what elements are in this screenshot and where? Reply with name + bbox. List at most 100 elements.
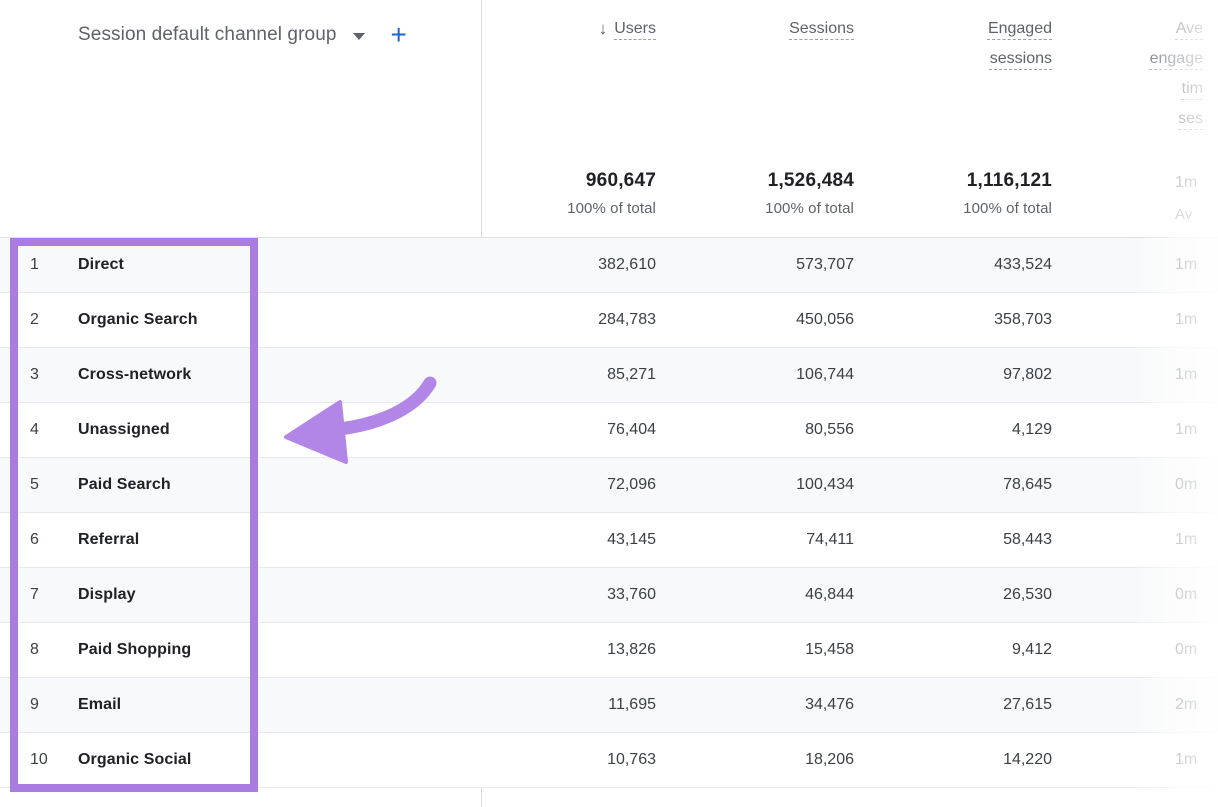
totals-engaged-sessions: 1,116,121 100% of total [877,150,1075,237]
table-row: 6 Referral 43,145 74,411 58,443 1m [0,513,1218,568]
avg-engagement-value: 1m [1075,421,1218,439]
row-index: 5 [0,476,48,494]
sessions-value: 106,744 [679,366,877,384]
avg-header-fragment: ses [1178,110,1203,127]
sessions-value: 34,476 [679,696,877,714]
channel-name: Direct [48,256,481,274]
column-header-avg-engagement-time[interactable]: Ave engage tim ses [1075,14,1218,150]
table-row: 8 Paid Shopping 13,826 15,458 9,412 0m [0,623,1218,678]
sessions-value: 74,411 [679,531,877,549]
sessions-header-label[interactable]: Sessions [789,20,854,37]
spacer [0,150,48,237]
table-row: 1 Direct 382,610 573,707 433,524 1m [0,238,1218,293]
row-index: 1 [0,256,48,274]
row-index: 3 [0,366,48,384]
avg-engagement-value: 1m [1075,256,1218,274]
users-value: 72,096 [481,476,679,494]
table-row: 7 Display 33,760 46,844 26,530 0m [0,568,1218,623]
spacer [48,14,481,150]
channel-name: Email [48,696,481,714]
channel-name: Display [48,586,481,604]
users-value: 382,610 [481,256,679,274]
avg-engagement-value: 1m [1075,531,1218,549]
totals-sessions-pct: 100% of total [679,200,854,217]
sessions-value: 46,844 [679,586,877,604]
channel-name: Paid Search [48,476,481,494]
totals-row: 960,647 100% of total 1,526,484 100% of … [0,150,1218,238]
ga4-traffic-acquisition-table: Session default channel group + ↓ Users … [0,0,1218,807]
totals-avg-sub: Av [1175,203,1218,227]
totals-users-value: 960,647 [481,150,656,193]
avg-engagement-value: 0m [1075,641,1218,659]
column-header-engaged-sessions[interactable]: Engaged sessions [877,14,1075,150]
channel-name: Cross-network [48,366,481,384]
table-row: 9 Email 11,695 34,476 27,615 2m [0,678,1218,733]
totals-sessions: 1,526,484 100% of total [679,150,877,237]
totals-sessions-value: 1,526,484 [679,150,854,193]
engaged-sessions-value: 9,412 [877,641,1075,659]
row-index: 4 [0,421,48,439]
avg-engagement-value: 0m [1075,586,1218,604]
row-index: 8 [0,641,48,659]
totals-users-pct: 100% of total [481,200,656,217]
users-header-label[interactable]: Users [614,14,656,44]
engaged-sessions-value: 4,129 [877,421,1075,439]
users-value: 76,404 [481,421,679,439]
metric-column-headers: ↓ Users Sessions Engaged sessions Ave en… [0,0,1218,150]
engaged-sessions-value: 97,802 [877,366,1075,384]
row-index: 10 [0,751,48,769]
channel-name: Organic Search [48,311,481,329]
avg-header-fragment: Ave [1176,20,1203,37]
table-body: 1 Direct 382,610 573,707 433,524 1m 2 Or… [0,238,1218,788]
table-row: 4 Unassigned 76,404 80,556 4,129 1m [0,403,1218,458]
engaged-sessions-value: 433,524 [877,256,1075,274]
engaged-sessions-value: 58,443 [877,531,1075,549]
row-index: 9 [0,696,48,714]
sessions-value: 18,206 [679,751,877,769]
table-row: 5 Paid Search 72,096 100,434 78,645 0m [0,458,1218,513]
users-value: 13,826 [481,641,679,659]
users-value: 33,760 [481,586,679,604]
table-row: 3 Cross-network 85,271 106,744 97,802 1m [0,348,1218,403]
users-value: 284,783 [481,311,679,329]
engaged-sessions-value: 26,530 [877,586,1075,604]
row-index: 7 [0,586,48,604]
sessions-value: 450,056 [679,311,877,329]
avg-header-fragment: tim [1182,80,1203,97]
avg-engagement-value: 1m [1075,366,1218,384]
table-row: 10 Organic Social 10,763 18,206 14,220 1… [0,733,1218,788]
totals-avg-value: 1m [1175,171,1218,195]
totals-engaged-pct: 100% of total [877,200,1052,217]
column-header-users[interactable]: ↓ Users [481,14,679,150]
column-header-sessions[interactable]: Sessions [679,14,877,150]
table-row: 2 Organic Search 284,783 450,056 358,703… [0,293,1218,348]
totals-avg-engagement: 1m Av [1075,150,1218,237]
engaged-sessions-header-label[interactable]: Engaged sessions [960,14,1052,74]
users-value: 10,763 [481,751,679,769]
totals-engaged-value: 1,116,121 [877,150,1052,193]
engaged-sessions-value: 27,615 [877,696,1075,714]
row-index: 2 [0,311,48,329]
avg-engagement-value: 0m [1075,476,1218,494]
sessions-value: 80,556 [679,421,877,439]
spacer [48,150,481,237]
sessions-value: 573,707 [679,256,877,274]
users-value: 11,695 [481,696,679,714]
spacer [0,14,48,150]
avg-engagement-value: 1m [1075,311,1218,329]
channel-name: Unassigned [48,421,481,439]
users-value: 85,271 [481,366,679,384]
sessions-value: 15,458 [679,641,877,659]
channel-name: Organic Social [48,751,481,769]
avg-engagement-value: 2m [1075,696,1218,714]
sessions-value: 100,434 [679,476,877,494]
sort-descending-icon: ↓ [599,14,608,44]
users-value: 43,145 [481,531,679,549]
avg-engagement-value: 1m [1075,751,1218,769]
totals-users: 960,647 100% of total [481,150,679,237]
engaged-sessions-value: 14,220 [877,751,1075,769]
channel-name: Paid Shopping [48,641,481,659]
engaged-sessions-value: 78,645 [877,476,1075,494]
avg-header-fragment: engage [1150,50,1203,67]
channel-name: Referral [48,531,481,549]
